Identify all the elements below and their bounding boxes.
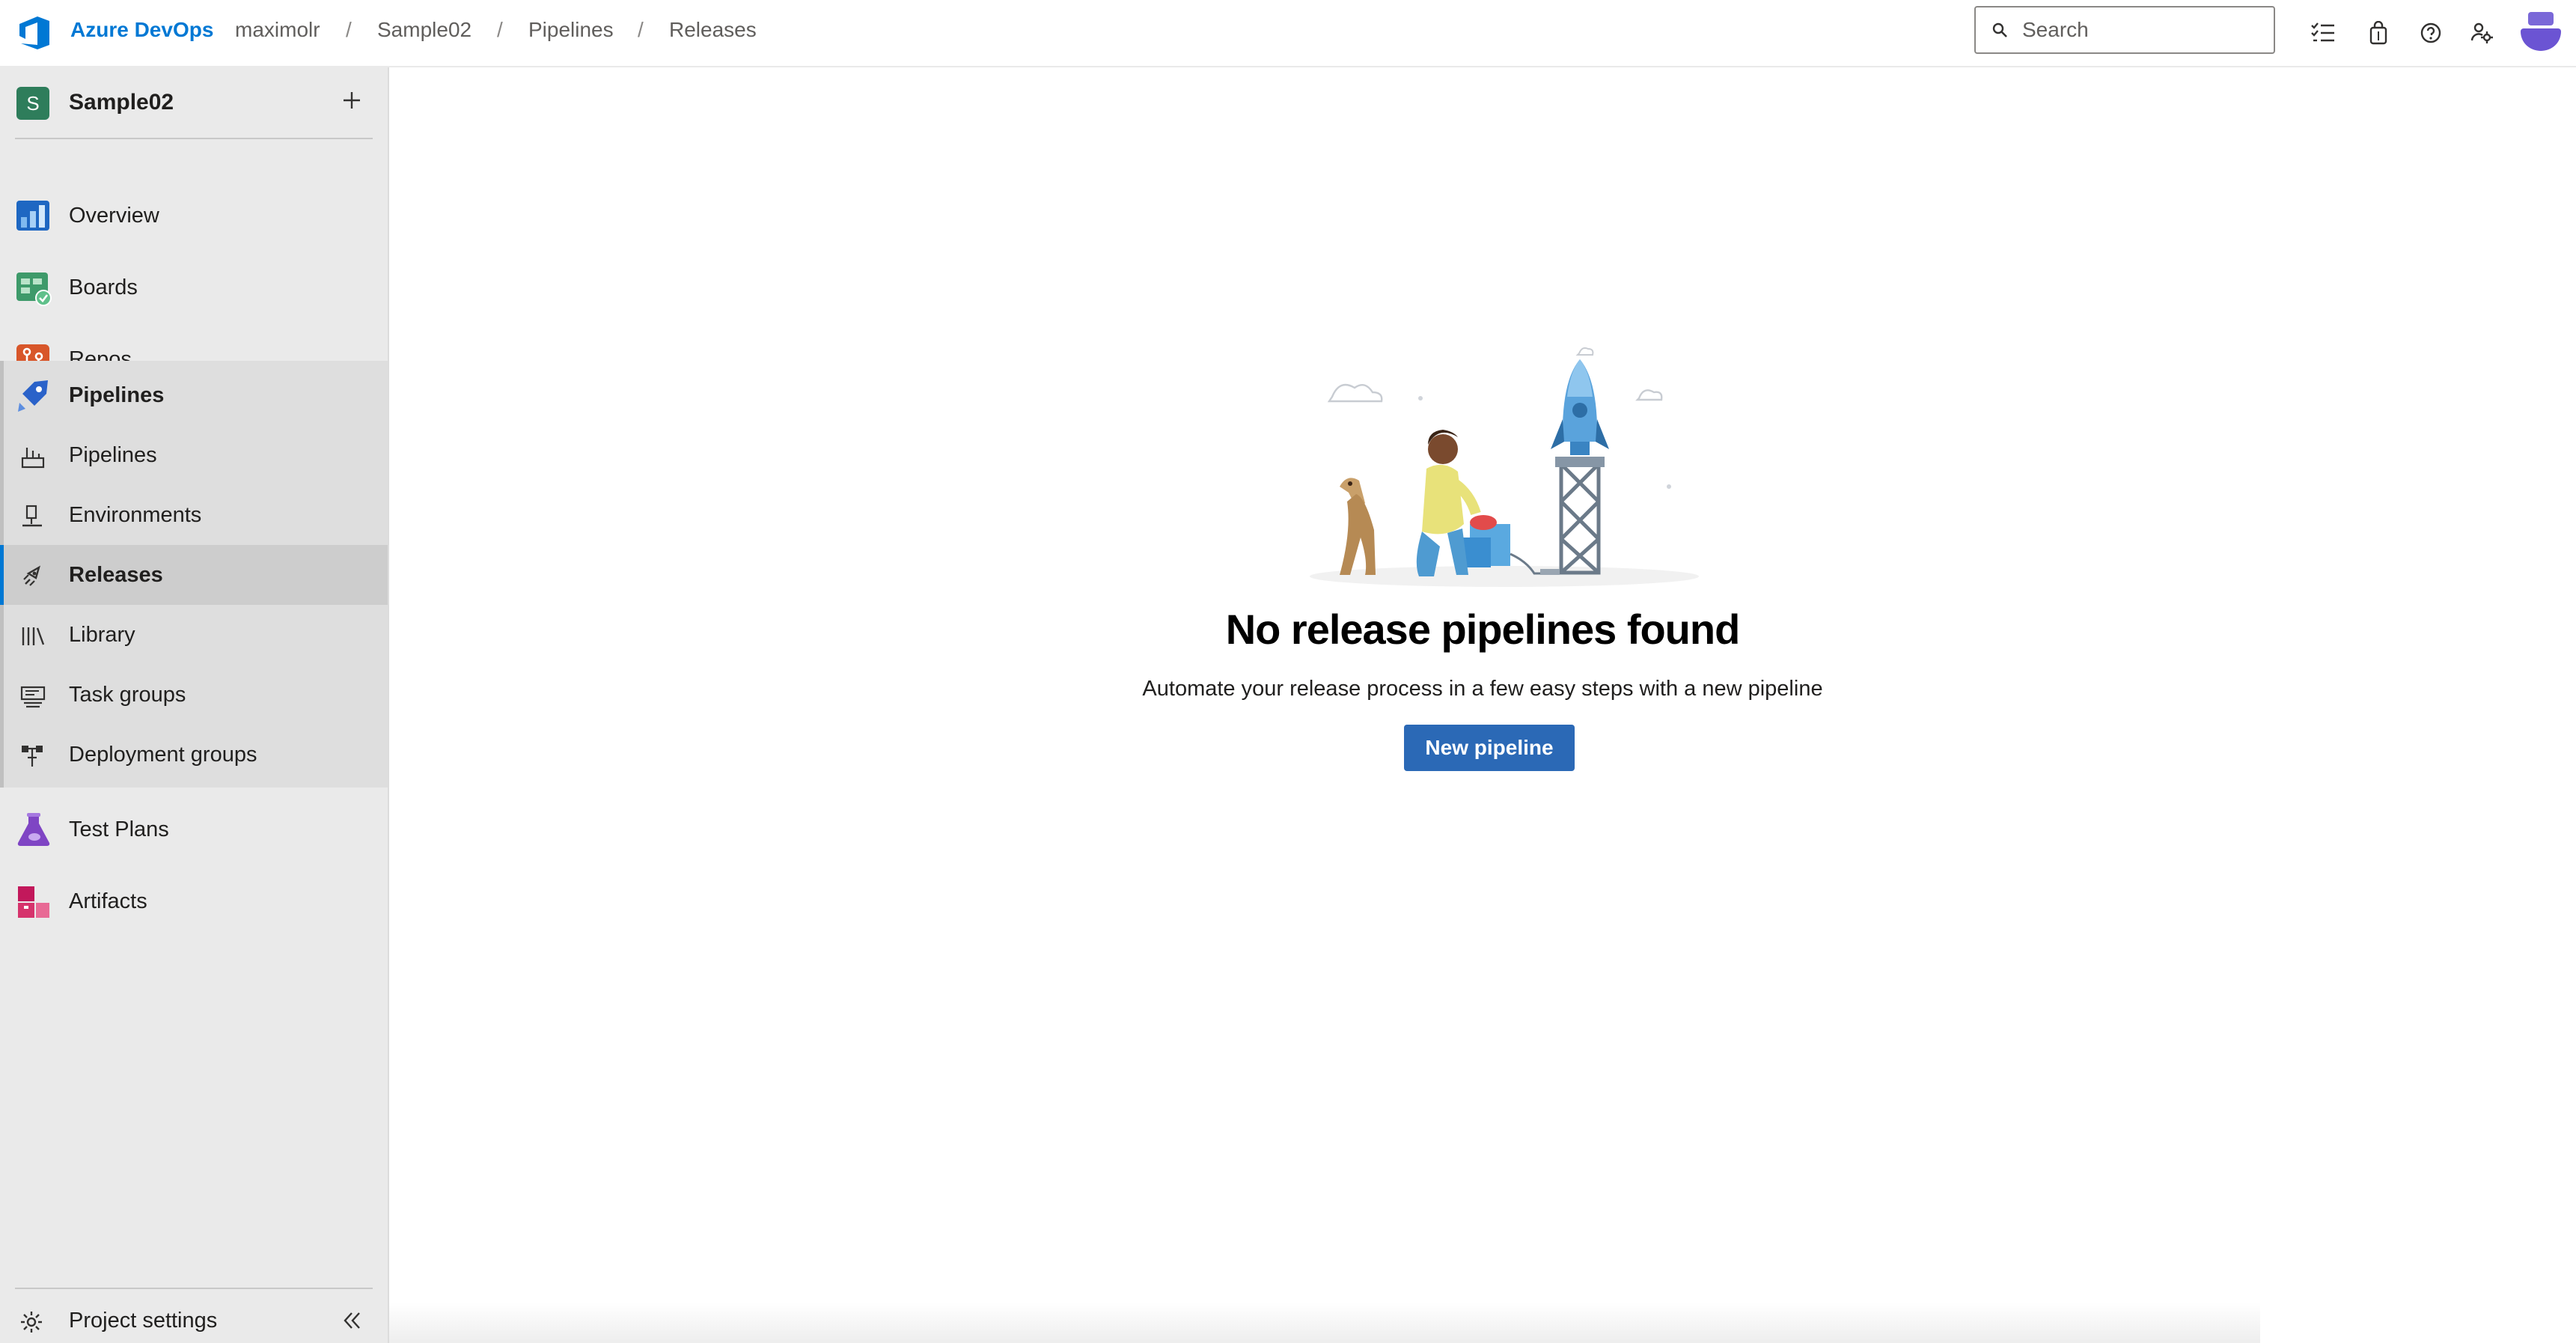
sidebar-subitem-label: Deployment groups	[69, 743, 257, 767]
sidebar-item-overview[interactable]: Overview	[0, 181, 388, 250]
artifacts-icon	[18, 886, 49, 918]
breadcrumb-pipelines[interactable]: Pipelines	[528, 18, 614, 42]
sidebar-item-label: Test Plans	[69, 817, 169, 841]
deployment-groups-icon	[22, 746, 43, 767]
search-box[interactable]	[1974, 6, 2275, 54]
sidebar-item-artifacts[interactable]: Artifacts	[0, 867, 388, 936]
breadcrumb-project[interactable]: Sample02	[377, 18, 471, 42]
empty-state-subtitle: Automate your release process in a few e…	[1142, 677, 1823, 701]
sidebar-item-label: Pipelines	[69, 383, 165, 407]
brand-link[interactable]: Azure DevOps	[70, 18, 213, 42]
user-settings-icon[interactable]	[2465, 16, 2498, 49]
collapse-sidebar-icon[interactable]	[337, 1306, 367, 1336]
boards-icon	[16, 272, 52, 306]
sidebar-subitem-label: Environments	[69, 503, 202, 527]
project-name[interactable]: Sample02	[69, 90, 174, 115]
sidebar-item-label: Overview	[69, 204, 159, 228]
gear-icon	[21, 1312, 42, 1333]
marketplace-bag-icon[interactable]	[2362, 16, 2395, 49]
pipelines-icon	[18, 380, 48, 412]
task-list-icon[interactable]	[2307, 16, 2340, 49]
project-header[interactable]: S Sample02	[0, 67, 388, 136]
sidebar-subitem-label: Task groups	[69, 683, 186, 707]
sidebar-subitem-label: Library	[69, 623, 135, 647]
divider	[15, 1288, 373, 1289]
breadcrumb-releases[interactable]: Releases	[669, 18, 757, 42]
task-groups-icon	[20, 686, 46, 708]
bottom-shadow	[389, 1303, 2260, 1343]
sidebar-item-label: Artifacts	[69, 889, 147, 913]
search-input[interactable]	[2022, 18, 2262, 42]
sidebar-item-pipelines[interactable]: Pipelines	[0, 361, 388, 430]
top-bar: Azure DevOps maximolr / Sample02 / Pipel…	[0, 0, 2576, 67]
rocket-launch-illustration	[1310, 347, 1699, 587]
pipelines-group: Pipelines Pipelines Environments Release…	[0, 361, 388, 788]
new-pipeline-button[interactable]: New pipeline	[1404, 725, 1575, 771]
project-settings-label: Project settings	[69, 1309, 218, 1333]
sidebar-subitem-label: Pipelines	[69, 443, 157, 467]
sidebar-item-label: Boards	[69, 275, 138, 299]
breadcrumb-org[interactable]: maximolr	[235, 18, 320, 42]
divider	[15, 138, 373, 139]
help-icon[interactable]	[2414, 16, 2447, 49]
sidebar-subitem-task-groups[interactable]: Task groups	[0, 665, 388, 725]
sidebar-subitem-environments[interactable]: Environments	[0, 485, 388, 545]
project-settings-link[interactable]: Project settings	[0, 1295, 388, 1343]
empty-state-title: No release pipelines found	[1225, 606, 1741, 653]
sidebar-subitem-releases[interactable]: Releases	[0, 545, 388, 605]
search-icon	[1992, 22, 2007, 37]
environments-icon	[22, 505, 42, 527]
sidebar-item-boards[interactable]: Boards	[0, 253, 388, 322]
project-badge: S	[16, 87, 49, 120]
sidebar-item-test-plans[interactable]: Test Plans	[0, 795, 388, 864]
breadcrumb-separator: /	[497, 18, 503, 41]
plus-icon[interactable]	[337, 85, 367, 115]
main-content: No release pipelines found Automate your…	[389, 67, 2576, 1343]
sidebar-subitem-label: Releases	[69, 563, 163, 587]
sidebar-subitem-deployment-groups[interactable]: Deployment groups	[0, 725, 388, 785]
avatar[interactable]	[2519, 7, 2563, 51]
library-icon	[22, 627, 45, 645]
overview-icon	[16, 201, 49, 231]
sidebar: S Sample02 Overview Boards Repos Pipelin…	[0, 67, 389, 1343]
breadcrumb-separator: /	[346, 18, 352, 41]
releases-icon	[23, 565, 40, 586]
pipelines-sub-icon	[21, 448, 45, 469]
sidebar-subitem-pipelines[interactable]: Pipelines	[0, 425, 388, 485]
azure-devops-logo-icon[interactable]	[15, 13, 54, 52]
test-plans-icon	[17, 813, 50, 846]
sidebar-subitem-library[interactable]: Library	[0, 605, 388, 665]
breadcrumb-separator: /	[638, 18, 644, 41]
